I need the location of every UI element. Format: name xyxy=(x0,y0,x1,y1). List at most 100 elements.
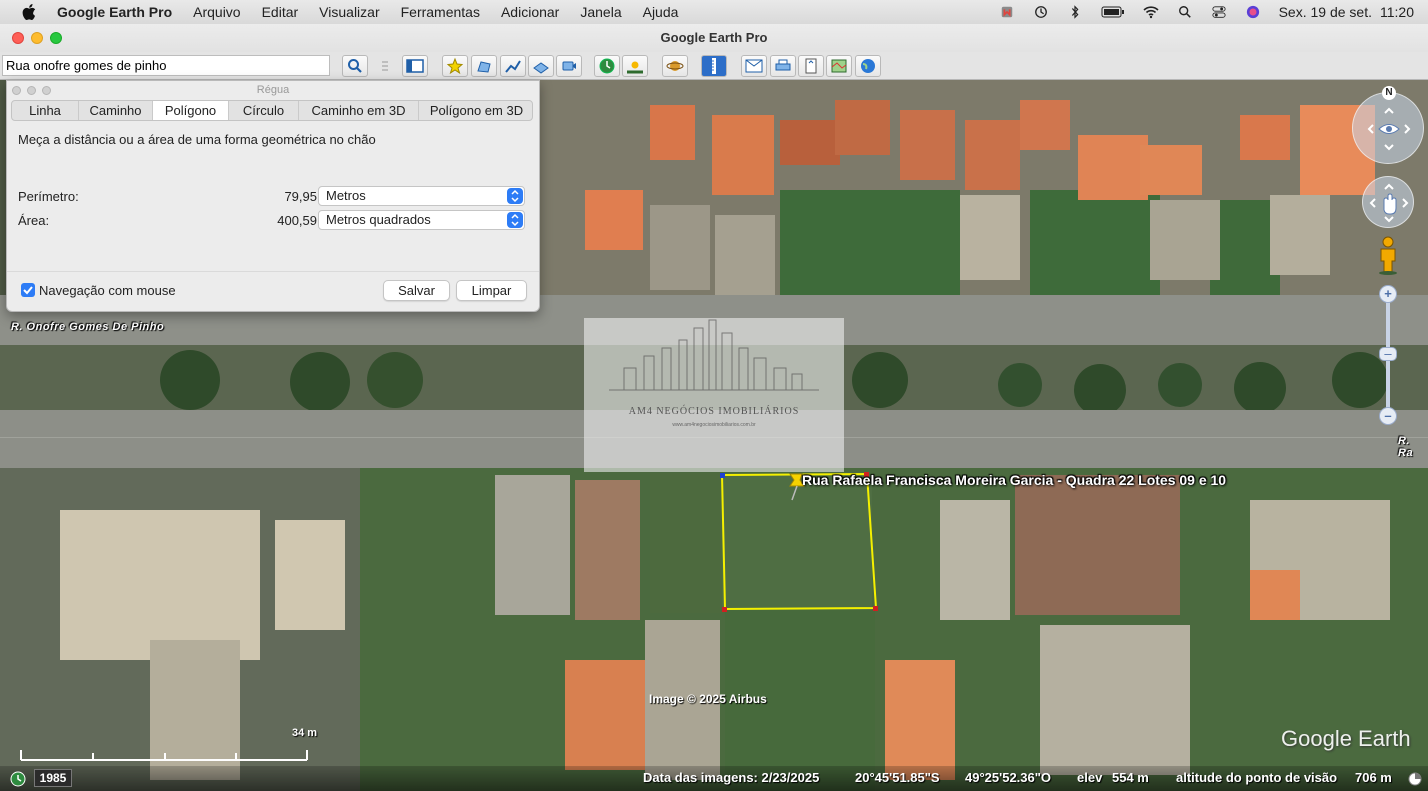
planet-icon xyxy=(666,61,684,71)
shield-icon[interactable] xyxy=(999,5,1015,19)
save-button[interactable]: Salvar xyxy=(383,280,450,301)
eye-altitude-value: 706 m xyxy=(1355,770,1392,785)
menu-ferramentas[interactable]: Ferramentas xyxy=(401,4,480,20)
menu-adicionar[interactable]: Adicionar xyxy=(501,4,559,20)
map-icon xyxy=(831,59,847,73)
menu-janela[interactable]: Janela xyxy=(580,4,621,20)
street-view-pegman-icon[interactable] xyxy=(1375,235,1401,275)
menu-arquivo[interactable]: Arquivo xyxy=(193,4,240,20)
menu-editar[interactable]: Editar xyxy=(262,4,299,20)
clear-button[interactable]: Limpar xyxy=(456,280,527,301)
status-bar: 1985 Data das imagens: 2/23/2025 20°45'5… xyxy=(0,766,1428,791)
print-icon xyxy=(775,59,791,71)
eye-icon xyxy=(1367,107,1411,151)
area-unit-select[interactable]: Metros quadrados xyxy=(318,210,525,230)
search-icon xyxy=(348,59,362,73)
area-label: Área: xyxy=(18,213,50,228)
imagery-credit: Image © 2025 Airbus xyxy=(649,692,767,706)
record-tour-button[interactable] xyxy=(556,55,582,77)
image-overlay-icon xyxy=(533,62,549,74)
toolbar xyxy=(0,52,1428,80)
clock-globe-icon xyxy=(599,58,615,74)
search-input[interactable] xyxy=(2,55,330,76)
scale-label: 34 m xyxy=(292,727,318,739)
search-button[interactable] xyxy=(342,55,368,77)
perimeter-label: Perímetro: xyxy=(18,189,79,204)
status-menus: Sex. 19 de set. 11:20 xyxy=(999,0,1428,24)
window-titlebar: Google Earth Pro xyxy=(0,24,1428,52)
ruler-title: Régua xyxy=(256,84,290,96)
elevation-label: elev xyxy=(1077,770,1103,785)
earth-gallery-button[interactable] xyxy=(855,55,881,77)
tab-poligono[interactable]: Polígono xyxy=(153,101,229,120)
tab-circulo[interactable]: Círculo xyxy=(229,101,299,120)
zoom-slider-thumb[interactable]: – xyxy=(1379,347,1397,361)
menu-visualizar[interactable]: Visualizar xyxy=(319,4,379,20)
view-in-maps-button[interactable] xyxy=(826,55,852,77)
ruler-button[interactable] xyxy=(701,55,727,77)
apple-icon[interactable] xyxy=(22,4,36,20)
look-joystick[interactable]: N xyxy=(1352,86,1424,164)
historical-imagery-button[interactable] xyxy=(594,55,620,77)
tab-caminho[interactable]: Caminho xyxy=(79,101,153,120)
historical-imagery-icon[interactable] xyxy=(9,770,27,788)
splitter-handle[interactable] xyxy=(372,55,398,77)
email-icon xyxy=(745,59,763,73)
watermark-title: AM4 NEGÓCIOS IMOBILIÁRIOS xyxy=(628,406,800,417)
wifi-icon[interactable] xyxy=(1143,5,1159,19)
app-name-menu[interactable]: Google Earth Pro xyxy=(57,4,172,20)
mouse-navigation-label[interactable]: Navegação com mouse xyxy=(39,283,176,298)
add-path-button[interactable] xyxy=(500,55,526,77)
clock-date[interactable]: Sex. 19 de set. xyxy=(1279,4,1372,20)
tab-poligono-3d[interactable]: Polígono em 3D xyxy=(419,101,532,120)
ruler-dialog: Régua Linha Caminho Polígono Círculo Cam… xyxy=(6,80,540,312)
minimize-window-button[interactable] xyxy=(31,32,43,44)
sunlight-icon xyxy=(627,61,643,74)
perimeter-value: 79,95 xyxy=(284,189,317,204)
move-joystick[interactable] xyxy=(1362,176,1414,228)
switch-planet-button[interactable] xyxy=(662,55,688,77)
record-tour-icon xyxy=(562,61,576,71)
time-machine-icon[interactable] xyxy=(1033,5,1049,19)
path-icon xyxy=(505,60,521,73)
placemark-label[interactable]: Rua Rafaela Francisca Moreira Garcia - Q… xyxy=(802,472,1226,488)
tab-caminho-3d[interactable]: Caminho em 3D xyxy=(299,101,419,120)
imagery-date: Data das imagens: 2/23/2025 xyxy=(643,770,820,785)
zoom-in-button[interactable]: + xyxy=(1379,285,1397,303)
imagery-year[interactable]: 1985 xyxy=(34,769,72,787)
polygon-icon xyxy=(477,61,491,73)
add-polygon-button[interactable] xyxy=(471,55,497,77)
zoom-slider[interactable]: + – – xyxy=(1378,285,1398,425)
perimeter-unit-value: Metros xyxy=(326,188,366,203)
spotlight-search-icon[interactable] xyxy=(1177,5,1193,19)
toggle-sidebar-button[interactable] xyxy=(402,55,428,77)
email-button[interactable] xyxy=(741,55,767,77)
tab-linha[interactable]: Linha xyxy=(12,101,79,120)
grip-icon xyxy=(382,61,388,71)
bluetooth-icon[interactable] xyxy=(1067,5,1083,19)
close-window-button[interactable] xyxy=(12,32,24,44)
zoom-out-button[interactable]: – xyxy=(1379,407,1397,425)
control-center-icon[interactable] xyxy=(1211,5,1227,19)
clock-time[interactable]: 11:20 xyxy=(1380,4,1414,20)
save-image-button[interactable] xyxy=(798,55,824,77)
google-earth-logo: Google Earth xyxy=(1281,726,1411,751)
hand-icon xyxy=(1369,183,1409,223)
zoom-window-button[interactable] xyxy=(50,32,62,44)
perimeter-unit-select[interactable]: Metros xyxy=(318,186,525,206)
globe-icon xyxy=(861,59,875,73)
battery-icon[interactable] xyxy=(1101,5,1125,19)
print-button[interactable] xyxy=(770,55,796,77)
add-image-overlay-button[interactable] xyxy=(528,55,554,77)
watermark-logo: AM4 NEGÓCIOS IMOBILIÁRIOS www.am4negocio… xyxy=(584,318,844,472)
siri-icon[interactable] xyxy=(1245,5,1261,19)
latitude: 20°45'51.85"S xyxy=(855,770,940,785)
checkmark-icon xyxy=(23,286,33,295)
streaming-progress-icon xyxy=(1408,772,1422,786)
mouse-navigation-checkbox[interactable] xyxy=(21,283,35,297)
menu-ajuda[interactable]: Ajuda xyxy=(643,4,679,20)
add-placemark-button[interactable] xyxy=(442,55,468,77)
sunlight-button[interactable] xyxy=(622,55,648,77)
menu-bar: Google Earth Pro Arquivo Editar Visualiz… xyxy=(0,0,1428,24)
window-title: Google Earth Pro xyxy=(660,30,768,45)
